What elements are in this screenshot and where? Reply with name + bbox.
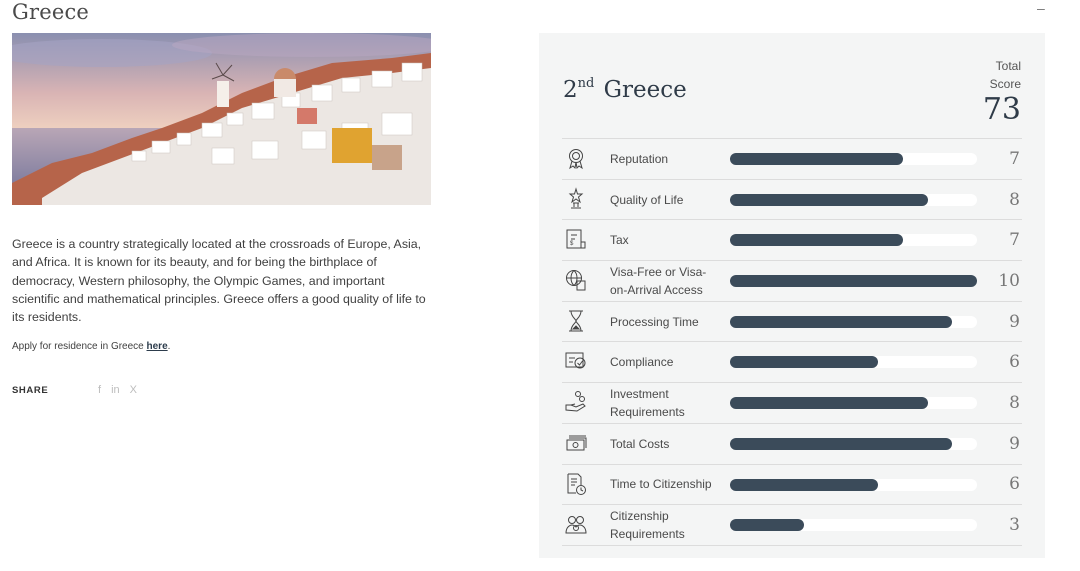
score-row: Visa-Free or Visa-on-Arrival Access 10: [562, 260, 1022, 301]
score-row-label: Citizenship Requirements: [610, 509, 685, 542]
score-row-value: 6: [1009, 474, 1020, 495]
score-bar-track: [730, 356, 977, 369]
score-bar-fill: [730, 234, 903, 247]
score-row-label: Reputation: [610, 151, 669, 166]
score-bar-fill: [730, 275, 977, 288]
money-stack-icon: [564, 431, 588, 455]
total-score-value: 73: [982, 92, 1021, 127]
total-score-label: Total Score: [951, 57, 1021, 93]
score-row-value: 9: [1009, 433, 1020, 454]
trophy-icon: [564, 186, 588, 211]
score-row-value: 9: [1009, 311, 1020, 332]
hand-coins-icon: [564, 390, 588, 414]
people-group-icon: [564, 512, 588, 536]
score-bar-track: [730, 193, 977, 206]
score-bar-fill: [730, 397, 928, 410]
apply-prefix: Apply for residence in Greece: [12, 341, 147, 352]
score-bar-fill: [730, 437, 953, 450]
score-row-value: 8: [1009, 392, 1020, 413]
score-bar-track: [730, 153, 977, 165]
score-row: $ Tax 7: [562, 219, 1022, 260]
score-row-label: Time to Citizenship: [610, 477, 712, 492]
score-row-label: Processing Time: [610, 314, 699, 329]
score-row-value: 7: [1009, 148, 1020, 169]
hourglass-icon: [564, 309, 588, 333]
score-row-value: 10: [998, 270, 1020, 291]
score-row: Investment Requirements 8: [562, 382, 1022, 423]
score-row-value: 8: [1009, 189, 1020, 210]
score-bar-track: [730, 275, 977, 288]
score-row: Reputation 7: [562, 138, 1022, 179]
score-bar-fill: [730, 356, 879, 369]
score-row: Total Costs 9: [562, 422, 1022, 464]
score-row-label: Compliance: [610, 355, 674, 370]
score-row-label: Quality of Life: [610, 192, 684, 207]
score-row-value: 3: [1009, 515, 1020, 536]
score-row: Citizenship Requirements 3: [562, 504, 1022, 546]
score-row-label: Total Costs: [610, 436, 670, 451]
score-bar-track: [730, 519, 977, 532]
x-icon[interactable]: X: [130, 384, 137, 396]
score-row-value: 7: [1009, 230, 1020, 251]
rank-country: Greece: [603, 77, 687, 103]
minus-icon[interactable]: –: [1037, 0, 1045, 16]
rank-heading: 2nd Greece: [563, 76, 687, 103]
hero-image-santorini: [12, 33, 431, 205]
rank-number: 2: [563, 77, 578, 103]
score-row: Processing Time 9: [562, 300, 1022, 342]
score-rows: Reputation 7 Quality of Life 8 $ Tax 7 Visa-Fre…: [562, 138, 1022, 546]
score-bar-fill: [730, 153, 903, 165]
score-bar-fill: [730, 519, 805, 532]
linkedin-icon[interactable]: in: [111, 384, 120, 396]
score-bar-fill: [730, 478, 879, 491]
score-row-label: Tax: [610, 233, 629, 248]
apply-here-link[interactable]: here: [147, 341, 168, 352]
score-bar-track: [730, 397, 977, 410]
facebook-icon[interactable]: f: [98, 384, 101, 396]
award-badge-icon: [564, 146, 588, 170]
share-label: SHARE: [12, 385, 49, 396]
share-icons: f in X: [98, 384, 137, 396]
country-description: Greece is a country strategically locate…: [12, 237, 426, 325]
score-row: Time to Citizenship 6: [562, 463, 1022, 505]
score-row-label: Investment Requirements: [610, 386, 685, 419]
score-bar-fill: [730, 315, 953, 328]
document-clock-icon: [564, 472, 588, 496]
score-bar-fill: [730, 193, 928, 206]
score-row: Compliance 6: [562, 341, 1022, 382]
score-bar-track: [730, 315, 977, 328]
score-row: Quality of Life 8: [562, 178, 1022, 220]
page-title: Greece: [12, 0, 90, 24]
apply-suffix: .: [167, 341, 171, 352]
compliance-check-icon: [564, 349, 588, 373]
score-bar-track: [730, 478, 977, 491]
total-label-line-1: Total: [995, 59, 1021, 73]
svg-text:$: $: [570, 241, 574, 247]
score-bar-track: [730, 437, 977, 450]
score-row-value: 6: [1009, 352, 1020, 373]
globe-passport-icon: [564, 268, 588, 292]
apply-line: Apply for residence in Greece here.: [12, 341, 170, 352]
score-bar-track: [730, 234, 977, 247]
score-row-label: Visa-Free or Visa-on-Arrival Access: [610, 264, 707, 297]
total-label-line-2: Score: [989, 77, 1021, 91]
tax-document-icon: $: [564, 227, 588, 251]
rank-suffix: nd: [577, 76, 595, 91]
